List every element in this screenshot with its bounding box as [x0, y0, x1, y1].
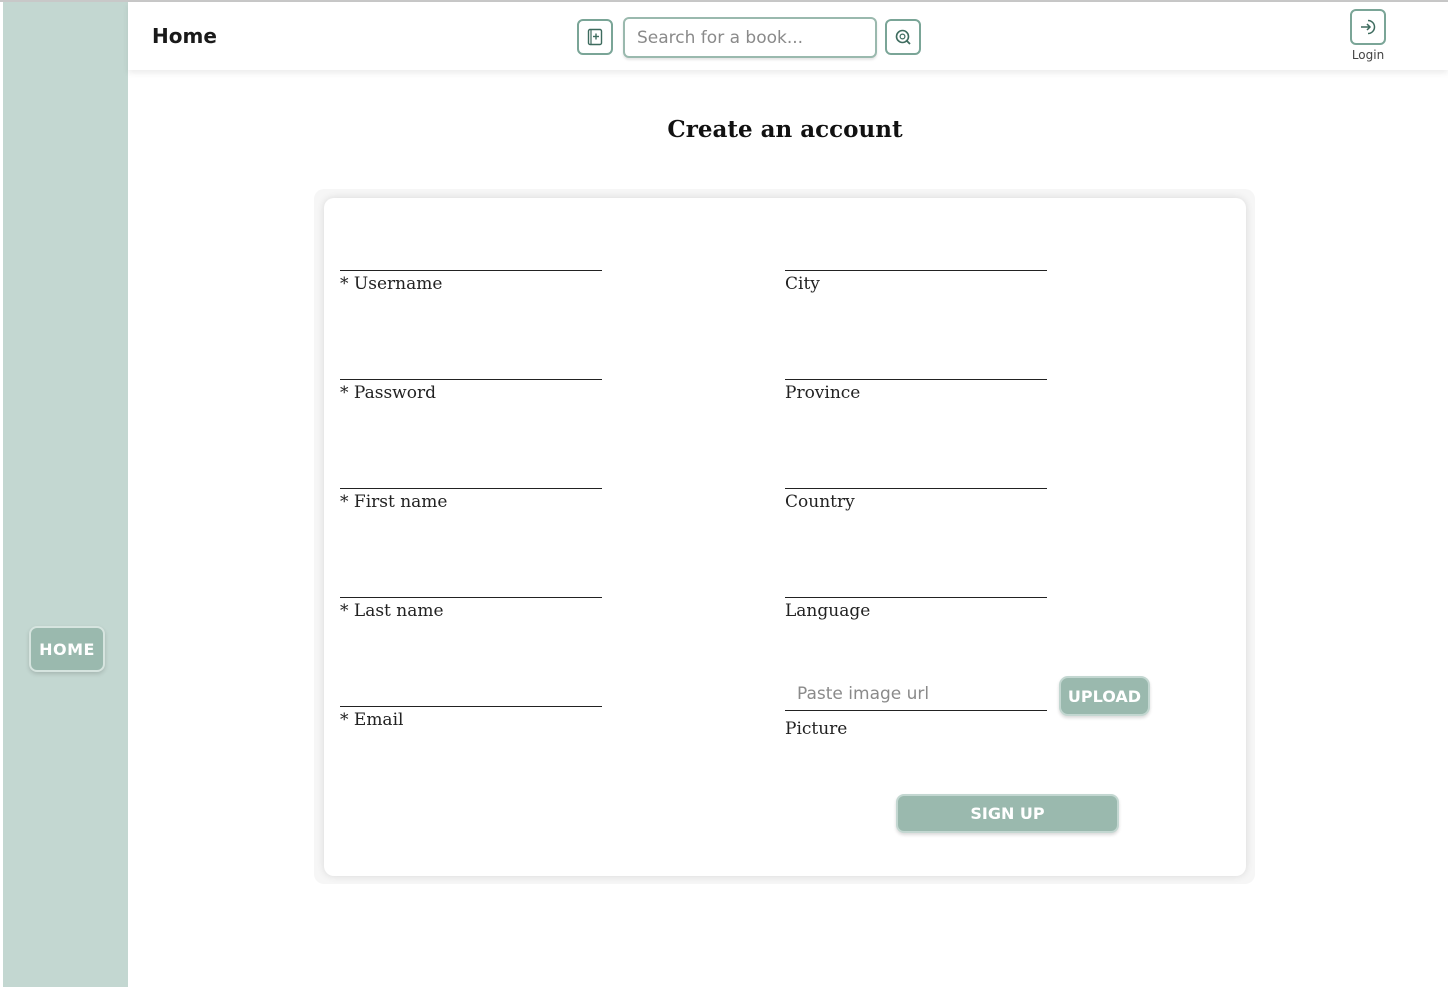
email-input[interactable] — [340, 706, 602, 707]
password-label: * Password — [340, 383, 436, 403]
top-header: Home Login — [128, 2, 1448, 70]
province-label: Province — [785, 383, 861, 403]
page-title: Create an account — [667, 116, 903, 143]
login-label: Login — [1351, 48, 1385, 62]
country-label: Country — [785, 492, 855, 512]
last-name-input[interactable] — [340, 597, 602, 598]
province-input[interactable] — [785, 379, 1047, 380]
picture-url-input[interactable] — [785, 678, 1047, 711]
email-label: * Email — [340, 710, 404, 730]
search-icon — [895, 29, 911, 45]
sign-up-button[interactable]: SIGN UP — [896, 794, 1119, 833]
upload-button[interactable]: UPLOAD — [1059, 676, 1150, 716]
signup-form-card — [324, 198, 1246, 876]
add-book-button[interactable] — [577, 19, 613, 55]
search-input[interactable] — [623, 17, 877, 58]
username-label: * Username — [340, 274, 443, 294]
search-button[interactable] — [885, 19, 921, 55]
sidebar: HOME — [3, 2, 128, 987]
add-book-icon — [587, 28, 603, 46]
first-name-input[interactable] — [340, 488, 602, 489]
city-input[interactable] — [785, 270, 1047, 271]
password-input[interactable] — [340, 379, 602, 380]
sidebar-home-button[interactable]: HOME — [29, 626, 105, 672]
login-control[interactable]: Login — [1350, 9, 1386, 62]
city-label: City — [785, 274, 820, 294]
picture-label: Picture — [785, 719, 848, 739]
language-label: Language — [785, 601, 871, 621]
last-name-label: * Last name — [340, 601, 444, 621]
language-input[interactable] — [785, 597, 1047, 598]
country-input[interactable] — [785, 488, 1047, 489]
first-name-label: * First name — [340, 492, 448, 512]
login-button[interactable] — [1350, 9, 1386, 45]
header-title: Home — [152, 24, 217, 48]
username-input[interactable] — [340, 270, 602, 271]
login-icon — [1361, 19, 1376, 35]
